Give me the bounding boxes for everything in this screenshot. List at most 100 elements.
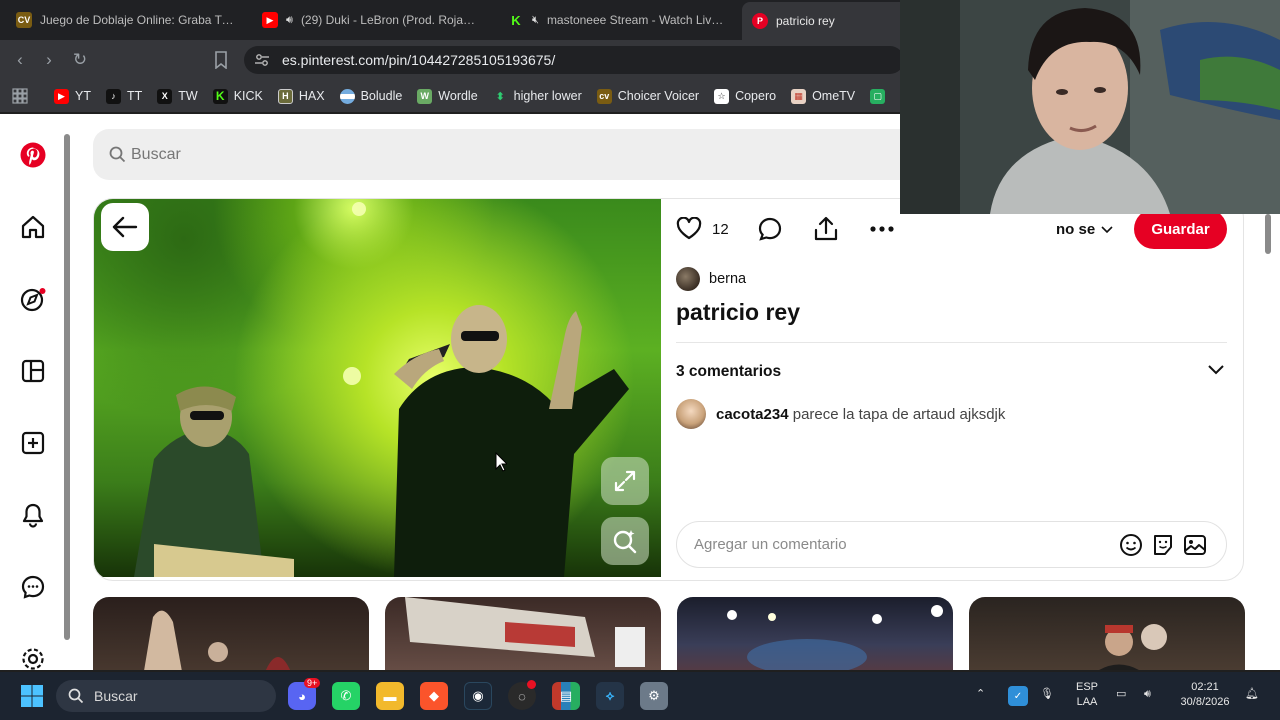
save-button[interactable]: Guardar	[1134, 209, 1227, 249]
volume-icon[interactable]: 🔊︎	[1144, 687, 1151, 702]
clock[interactable]: 02:21 30/8/2026	[1172, 680, 1238, 710]
windows-taskbar: Buscar ◕ 9+ ✆ ▬ ◆ ◉ ◌ ▤ ⟡ ⚙ ⌃ ✓ 🎙︎ ESP L…	[0, 672, 1280, 720]
explore-icon[interactable]	[20, 286, 46, 312]
tray-overflow-icon[interactable]: ⌃	[976, 687, 985, 702]
windows-start-icon[interactable]	[20, 684, 44, 708]
tab-doblaje[interactable]: CV Juego de Doblaje Online: Graba Tu V	[6, 6, 246, 34]
network-icon[interactable]: ▭	[1116, 687, 1126, 702]
brave-browser-icon[interactable]: ◆	[420, 682, 448, 710]
winrar-icon[interactable]: ▤	[552, 682, 580, 710]
sticker-icon[interactable]	[1151, 533, 1175, 557]
speaker-icon[interactable]: 🔊︎	[286, 14, 293, 27]
expand-button[interactable]	[601, 457, 649, 505]
ometv-icon: ▦	[791, 88, 807, 104]
visual-search-button[interactable]	[601, 517, 649, 565]
taskbar-search[interactable]: Buscar	[56, 680, 276, 712]
reload-icon[interactable]: ↻	[70, 50, 90, 70]
bookmark-label: Copero	[735, 89, 777, 103]
chevron-down-icon	[1101, 225, 1113, 233]
forward-icon[interactable]: ›	[39, 50, 59, 70]
recording-dot-icon	[527, 680, 536, 689]
like-count: 12	[712, 220, 729, 238]
clock-date: 30/8/2026	[1180, 696, 1230, 708]
related-pin-4[interactable]	[969, 597, 1245, 670]
site-info-icon[interactable]	[254, 52, 270, 68]
comment-user[interactable]: cacota234	[716, 406, 789, 423]
left-scrollbar[interactable]	[62, 120, 72, 666]
bookmark-label: Wordle	[438, 89, 478, 103]
comment-icon[interactable]	[757, 216, 783, 242]
bookmark-hax[interactable]: H HAX	[277, 88, 325, 104]
tab-pinterest-active[interactable]: P patricio rey	[742, 2, 912, 40]
back-icon[interactable]: ‹	[10, 50, 30, 70]
left-nav	[0, 114, 64, 670]
cv-icon: cv	[596, 88, 612, 104]
board-selector[interactable]: no se	[1056, 221, 1113, 238]
back-button[interactable]	[101, 203, 149, 251]
address-bar[interactable]: es.pinterest.com/pin/104427285105193675/	[244, 46, 904, 74]
bookmark-wordle[interactable]: W Wordle	[417, 88, 478, 104]
create-icon[interactable]	[20, 430, 46, 456]
settings-gear-icon[interactable]: ⚙	[640, 682, 668, 710]
bookmark-ometv[interactable]: ▦ OmeTV	[791, 88, 855, 104]
tab-kick[interactable]: K 🔇︎ mastoneee Stream - Watch Live c	[498, 6, 736, 34]
muted-speaker-icon[interactable]: 🔇︎	[532, 14, 539, 27]
comments-header[interactable]: 3 comentarios	[676, 363, 781, 381]
image-upload-icon[interactable]	[1183, 533, 1207, 557]
settings-gear-icon[interactable]	[20, 646, 46, 670]
search-icon	[68, 688, 84, 704]
notifications-bell-icon[interactable]	[20, 502, 46, 528]
heart-icon[interactable]	[676, 217, 702, 241]
arrows-icon: ⬍	[495, 90, 505, 103]
add-comment-input[interactable]: Agregar un comentario	[676, 521, 1227, 568]
app-icon[interactable]: ⟡	[596, 682, 624, 710]
chevron-down-icon[interactable]	[1208, 365, 1224, 375]
notification-center-icon[interactable]: 🔔︎	[1245, 687, 1259, 702]
whatsapp-icon[interactable]: ✆	[332, 682, 360, 710]
bookmark-label: YT	[75, 89, 91, 103]
search-icon	[109, 146, 126, 163]
security-shield-icon[interactable]: ✓	[1008, 686, 1028, 706]
microphone-icon[interactable]: 🎙︎	[1040, 687, 1054, 702]
bookmark-more[interactable]: ▢	[870, 88, 886, 104]
x-icon: X	[157, 88, 173, 104]
divider	[676, 342, 1227, 343]
bookmark-kick[interactable]: K KICK	[212, 88, 263, 104]
scrollbar-thumb[interactable]	[64, 134, 70, 640]
scrollbar-thumb[interactable]	[1265, 214, 1271, 254]
file-explorer-icon[interactable]: ▬	[376, 682, 404, 710]
related-pin-2[interactable]	[385, 597, 661, 670]
bookmark-copero[interactable]: ☆ Copero	[714, 88, 777, 104]
webcam-overlay	[900, 0, 1280, 214]
more-options-icon[interactable]	[869, 216, 895, 242]
bookmark-icon[interactable]	[213, 51, 229, 69]
share-icon[interactable]	[813, 216, 839, 242]
language-indicator[interactable]: ESP LAA	[1070, 680, 1104, 710]
bookmark-choicer-voicer[interactable]: cv Choicer Voicer	[596, 88, 699, 104]
home-icon[interactable]	[20, 214, 46, 240]
author-name[interactable]: berna	[709, 271, 746, 287]
apps-grid-icon[interactable]	[12, 88, 28, 104]
app-icon: ▢	[870, 88, 886, 104]
language-code: ESP	[1075, 681, 1098, 693]
bookmark-tw[interactable]: X TW	[157, 88, 198, 104]
kick-icon: K	[212, 88, 228, 104]
pinterest-logo-icon[interactable]	[20, 142, 46, 168]
commenter-avatar[interactable]	[676, 399, 706, 429]
avatar[interactable]	[676, 267, 700, 291]
pin-image[interactable]	[94, 199, 661, 577]
messages-icon[interactable]	[20, 574, 46, 600]
screen: CV Juego de Doblaje Online: Graba Tu V ▶…	[0, 0, 1280, 720]
boards-icon[interactable]	[20, 358, 46, 384]
related-pin-3[interactable]	[677, 597, 953, 670]
pin-author[interactable]: berna	[676, 267, 746, 291]
taskbar-search-placeholder: Buscar	[94, 688, 138, 704]
steam-icon[interactable]: ◉	[464, 682, 492, 710]
related-pin-1[interactable]	[93, 597, 369, 670]
tab-youtube[interactable]: ▶ 🔊︎ (29) Duki - LeBron (Prod. Rojas &	[252, 6, 490, 34]
bookmark-boludle[interactable]: Boludle	[339, 88, 402, 104]
bookmark-yt[interactable]: ▶ YT	[54, 88, 91, 104]
emoji-icon[interactable]	[1119, 533, 1143, 557]
bookmark-higher-lower[interactable]: ⬍ higher lower	[493, 89, 582, 104]
bookmark-tt[interactable]: ♪ TT	[105, 88, 142, 104]
